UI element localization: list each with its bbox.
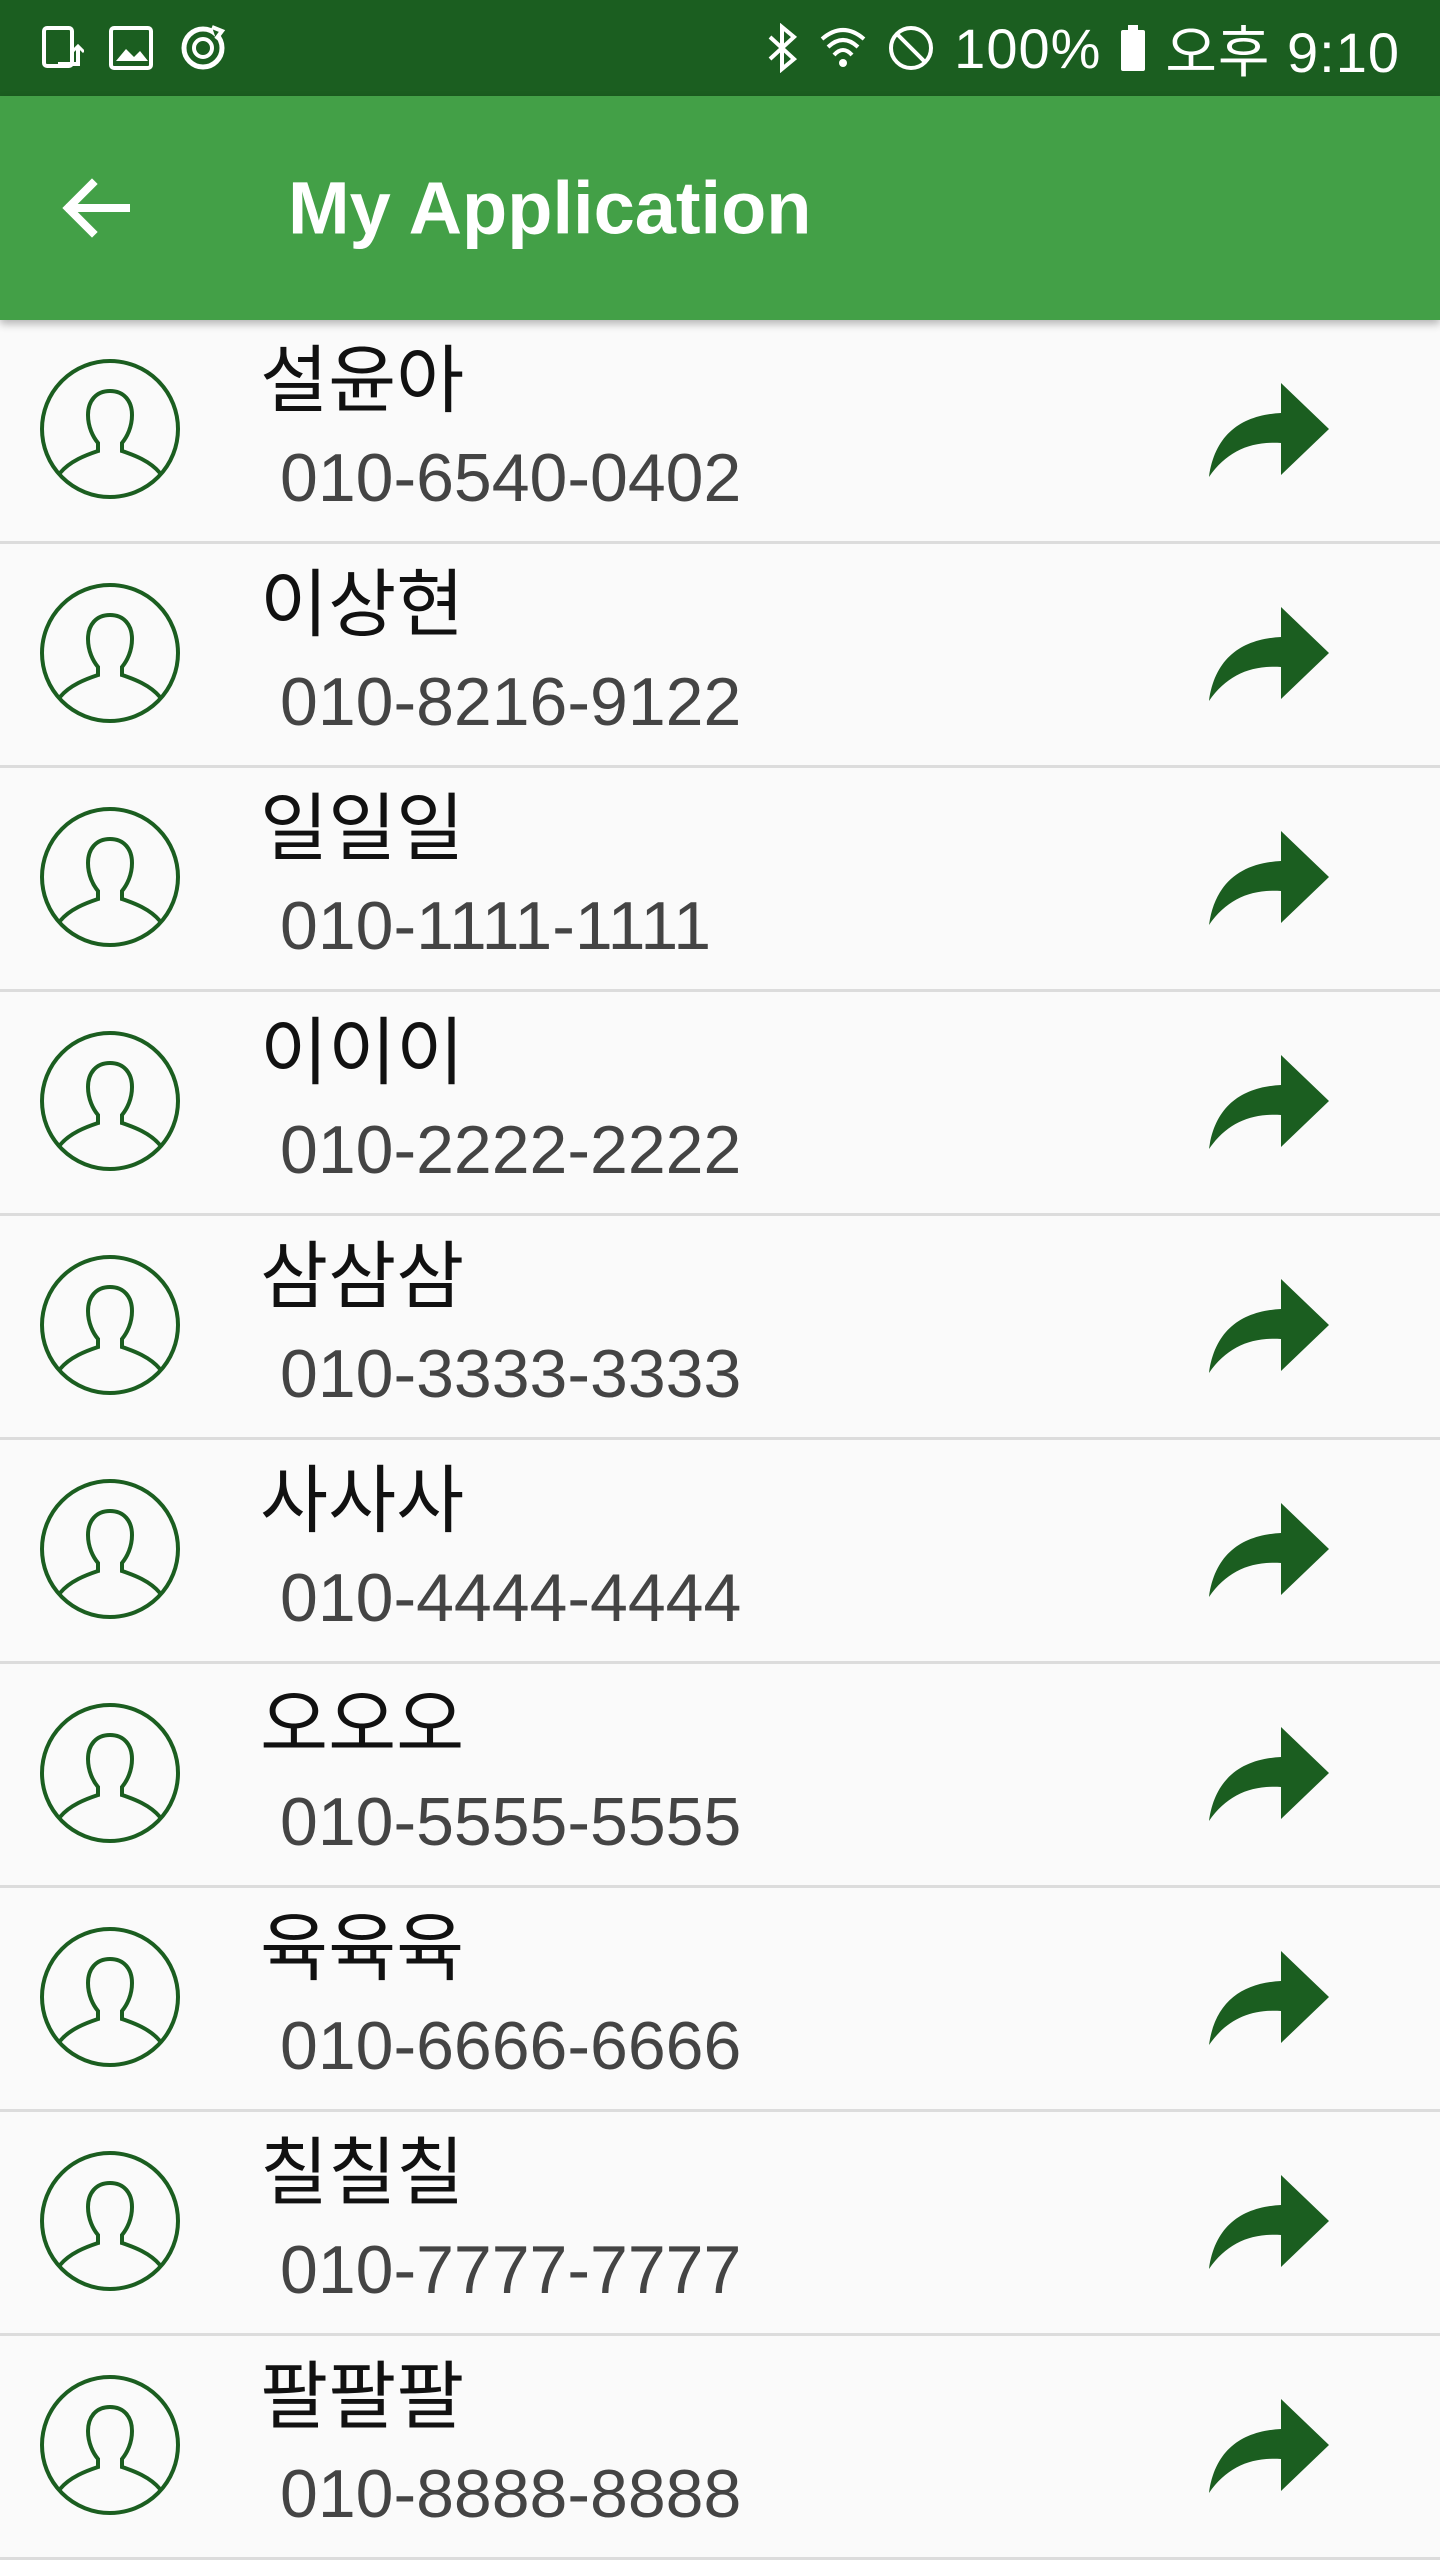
battery-percent: 100% [954, 16, 1102, 80]
app-bar: My Application [0, 96, 1440, 320]
contact-phone: 010-4444-4444 [280, 1560, 742, 1636]
contact-name: 이이이 [260, 1010, 465, 1096]
contact-name: 오오오 [260, 1682, 465, 1768]
forward-button[interactable] [1200, 1044, 1340, 1164]
contact-name: 칠칠칠 [260, 2130, 465, 2216]
forward-arrow-icon [1209, 1279, 1329, 1373]
person-outline-icon [40, 1927, 180, 2067]
forward-button[interactable] [1200, 2164, 1340, 2284]
status-bar: 100% 오후 9:10 [0, 0, 1440, 96]
person-outline-icon [40, 1479, 180, 1619]
page-title: My Application [288, 166, 812, 250]
contact-row[interactable]: 이상현 010-8216-9122 [0, 544, 1440, 768]
person-outline-icon [40, 583, 180, 723]
contact-phone: 010-8216-9122 [280, 664, 742, 740]
back-button[interactable] [40, 152, 152, 264]
forward-button[interactable] [1200, 1492, 1340, 1612]
contact-row[interactable]: 삼삼삼 010-3333-3333 [0, 1216, 1440, 1440]
contact-name: 일일일 [260, 786, 465, 872]
forward-arrow-icon [1209, 1727, 1329, 1821]
status-right-icons: 100% 오후 9:10 [766, 8, 1400, 89]
forward-button[interactable] [1200, 1940, 1340, 2060]
forward-arrow-icon [1209, 1055, 1329, 1149]
contact-phone: 010-7777-7777 [280, 2232, 742, 2308]
status-left-icons [40, 23, 228, 73]
contact-name: 사사사 [260, 1458, 465, 1544]
screen-rotate-icon [40, 24, 84, 72]
contact-name: 설윤아 [260, 338, 465, 424]
contact-phone: 010-6540-0402 [280, 440, 742, 516]
forward-arrow-icon [1209, 607, 1329, 701]
status-time: 오후 9:10 [1165, 20, 1400, 84]
person-outline-icon [40, 359, 180, 499]
contact-row[interactable]: 이이이 010-2222-2222 [0, 992, 1440, 1216]
forward-arrow-icon [1209, 831, 1329, 925]
contact-phone: 010-2222-2222 [280, 1112, 742, 1188]
contact-name: 이상현 [260, 562, 465, 648]
wifi-icon [818, 23, 868, 73]
forward-arrow-icon [1209, 2399, 1329, 2493]
contact-row[interactable]: 팔팔팔 010-8888-8888 [0, 2336, 1440, 2560]
forward-button[interactable] [1200, 596, 1340, 716]
forward-arrow-icon [1209, 2175, 1329, 2269]
contact-phone: 010-8888-8888 [280, 2456, 742, 2532]
person-outline-icon [40, 1031, 180, 1171]
sync-icon [178, 23, 228, 73]
battery-icon [1119, 23, 1147, 73]
contact-name: 삼삼삼 [260, 1234, 465, 1320]
person-outline-icon [40, 2151, 180, 2291]
forward-arrow-icon [1209, 1503, 1329, 1597]
image-icon [108, 25, 154, 71]
forward-button[interactable] [1200, 820, 1340, 940]
contact-row[interactable]: 칠칠칠 010-7777-7777 [0, 2112, 1440, 2336]
forward-button[interactable] [1200, 1268, 1340, 1388]
contact-row[interactable]: 오오오 010-5555-5555 [0, 1664, 1440, 1888]
forward-button[interactable] [1200, 2388, 1340, 2508]
person-outline-icon [40, 807, 180, 947]
forward-button[interactable] [1200, 372, 1340, 492]
person-outline-icon [40, 1255, 180, 1395]
contact-row[interactable]: 일일일 010-1111-1111 [0, 768, 1440, 992]
contact-list: 설윤아 010-6540-0402 이상현 010-8216-9122 일일일 … [0, 320, 1440, 2560]
contact-name: 육육육 [260, 1906, 465, 1992]
forward-arrow-icon [1209, 383, 1329, 477]
contact-phone: 010-5555-5555 [280, 1784, 742, 1860]
person-outline-icon [40, 2375, 180, 2515]
forward-button[interactable] [1200, 1716, 1340, 1836]
contact-name: 팔팔팔 [260, 2354, 465, 2440]
contact-phone: 010-1111-1111 [280, 888, 712, 964]
contact-row[interactable]: 설윤아 010-6540-0402 [0, 320, 1440, 544]
forward-arrow-icon [1209, 1951, 1329, 2045]
person-outline-icon [40, 1703, 180, 1843]
arrow-back-icon [62, 178, 130, 238]
contact-row[interactable]: 육육육 010-6666-6666 [0, 1888, 1440, 2112]
contact-row[interactable]: 사사사 010-4444-4444 [0, 1440, 1440, 1664]
contact-phone: 010-3333-3333 [280, 1336, 742, 1412]
do-not-disturb-icon [886, 23, 936, 73]
contact-phone: 010-6666-6666 [280, 2008, 742, 2084]
bluetooth-icon [766, 23, 800, 73]
